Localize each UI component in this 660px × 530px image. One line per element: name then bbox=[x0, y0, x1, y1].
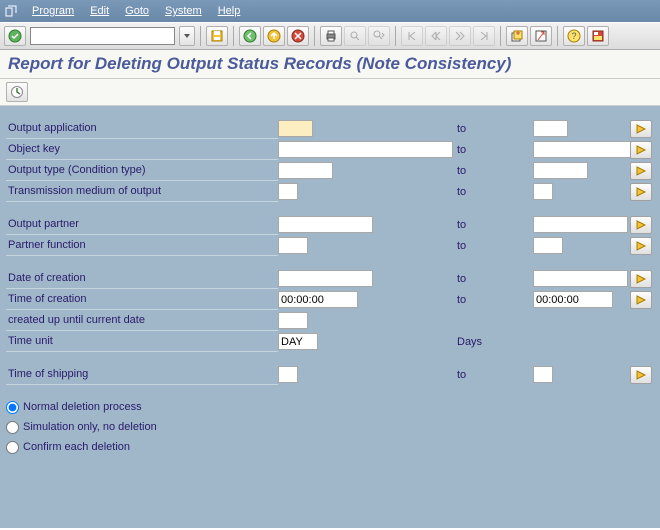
object-key-to[interactable] bbox=[533, 141, 638, 158]
print-button[interactable] bbox=[320, 26, 342, 46]
to-label: to bbox=[453, 294, 533, 306]
label-output-type: Output type (Condition type) bbox=[6, 160, 278, 181]
label-transmission: Transmission medium of output bbox=[6, 181, 278, 202]
separator bbox=[233, 26, 234, 46]
multiple-selection-transmission[interactable] bbox=[630, 183, 652, 201]
radio-label-confirm: Confirm each deletion bbox=[23, 441, 130, 453]
output-application-to[interactable] bbox=[533, 120, 568, 137]
to-label: to bbox=[453, 219, 533, 231]
separator bbox=[314, 26, 315, 46]
application-toolbar bbox=[0, 79, 660, 106]
menu-program[interactable]: Program bbox=[24, 3, 82, 19]
label-output-application: Output application bbox=[6, 118, 278, 139]
menu-bar: Program Edit Goto System Help bbox=[0, 0, 660, 22]
output-partner-to[interactable] bbox=[533, 216, 628, 233]
transmission-to[interactable] bbox=[533, 183, 553, 200]
label-time-shipping: Time of shipping bbox=[6, 364, 278, 385]
radio-label-simulation: Simulation only, no deletion bbox=[23, 421, 157, 433]
label-partner-function: Partner function bbox=[6, 235, 278, 256]
to-label: to bbox=[453, 186, 533, 198]
command-field[interactable] bbox=[30, 27, 175, 45]
output-application-from[interactable] bbox=[278, 120, 313, 137]
transmission-from[interactable] bbox=[278, 183, 298, 200]
date-creation-from[interactable] bbox=[278, 270, 373, 287]
multiple-selection-object-key[interactable] bbox=[630, 141, 652, 159]
output-partner-from[interactable] bbox=[278, 216, 373, 233]
selection-screen: Output application to Object key to Outp… bbox=[0, 106, 660, 528]
time-creation-from[interactable] bbox=[278, 291, 358, 308]
output-type-to[interactable] bbox=[533, 162, 588, 179]
partner-function-to[interactable] bbox=[533, 237, 563, 254]
menu-system[interactable]: System bbox=[157, 3, 210, 19]
separator bbox=[500, 26, 501, 46]
last-page-button bbox=[473, 26, 495, 46]
new-session-button[interactable] bbox=[506, 26, 528, 46]
time-unit-input[interactable] bbox=[278, 333, 318, 350]
to-label: to bbox=[453, 273, 533, 285]
multiple-selection-output-application[interactable] bbox=[630, 120, 652, 138]
radio-simulation[interactable] bbox=[6, 421, 19, 434]
multiple-selection-partner-function[interactable] bbox=[630, 237, 652, 255]
back-button[interactable] bbox=[239, 26, 261, 46]
to-label: to bbox=[453, 144, 533, 156]
page-title: Report for Deleting Output Status Record… bbox=[8, 54, 652, 74]
find-button bbox=[344, 26, 366, 46]
menu-goto[interactable]: Goto bbox=[117, 3, 157, 19]
exit-button[interactable] bbox=[263, 26, 285, 46]
execute-button[interactable] bbox=[6, 82, 28, 102]
label-date-creation: Date of creation bbox=[6, 268, 278, 289]
radio-label-normal: Normal deletion process bbox=[23, 401, 142, 413]
to-label: to bbox=[453, 240, 533, 252]
label-time-creation: Time of creation bbox=[6, 289, 278, 310]
svg-text:?: ? bbox=[571, 31, 576, 41]
layout-button[interactable] bbox=[587, 26, 609, 46]
partner-function-from[interactable] bbox=[278, 237, 308, 254]
help-button[interactable]: ? bbox=[563, 26, 585, 46]
separator bbox=[557, 26, 558, 46]
cancel-button[interactable] bbox=[287, 26, 309, 46]
label-object-key: Object key bbox=[6, 139, 278, 160]
radio-confirm-each[interactable] bbox=[6, 441, 19, 454]
created-until-input[interactable] bbox=[278, 312, 308, 329]
to-label: to bbox=[453, 123, 533, 135]
command-dropdown[interactable] bbox=[179, 26, 195, 46]
menu-edit[interactable]: Edit bbox=[82, 3, 117, 19]
output-type-from[interactable] bbox=[278, 162, 333, 179]
shortcut-button[interactable] bbox=[530, 26, 552, 46]
days-label: Days bbox=[453, 336, 533, 348]
prev-page-button bbox=[425, 26, 447, 46]
time-shipping-to[interactable] bbox=[533, 366, 553, 383]
enter-button[interactable] bbox=[4, 26, 26, 46]
object-key-from[interactable] bbox=[278, 141, 453, 158]
title-area: Report for Deleting Output Status Record… bbox=[0, 50, 660, 79]
find-next-button bbox=[368, 26, 390, 46]
session-icon[interactable] bbox=[4, 4, 18, 18]
separator bbox=[395, 26, 396, 46]
first-page-button bbox=[401, 26, 423, 46]
save-button[interactable] bbox=[206, 26, 228, 46]
multiple-selection-time-creation[interactable] bbox=[630, 291, 652, 309]
separator bbox=[200, 26, 201, 46]
multiple-selection-output-partner[interactable] bbox=[630, 216, 652, 234]
standard-toolbar: ? bbox=[0, 22, 660, 50]
label-created-until: created up until current date bbox=[6, 310, 278, 331]
menu-help[interactable]: Help bbox=[210, 3, 249, 19]
radio-normal-deletion[interactable] bbox=[6, 401, 19, 414]
time-creation-to[interactable] bbox=[533, 291, 613, 308]
date-creation-to[interactable] bbox=[533, 270, 628, 287]
label-time-unit: Time unit bbox=[6, 331, 278, 352]
multiple-selection-output-type[interactable] bbox=[630, 162, 652, 180]
time-shipping-from[interactable] bbox=[278, 366, 298, 383]
multiple-selection-date-creation[interactable] bbox=[630, 270, 652, 288]
next-page-button bbox=[449, 26, 471, 46]
label-output-partner: Output partner bbox=[6, 214, 278, 235]
multiple-selection-time-shipping[interactable] bbox=[630, 366, 652, 384]
to-label: to bbox=[453, 165, 533, 177]
to-label: to bbox=[453, 369, 533, 381]
